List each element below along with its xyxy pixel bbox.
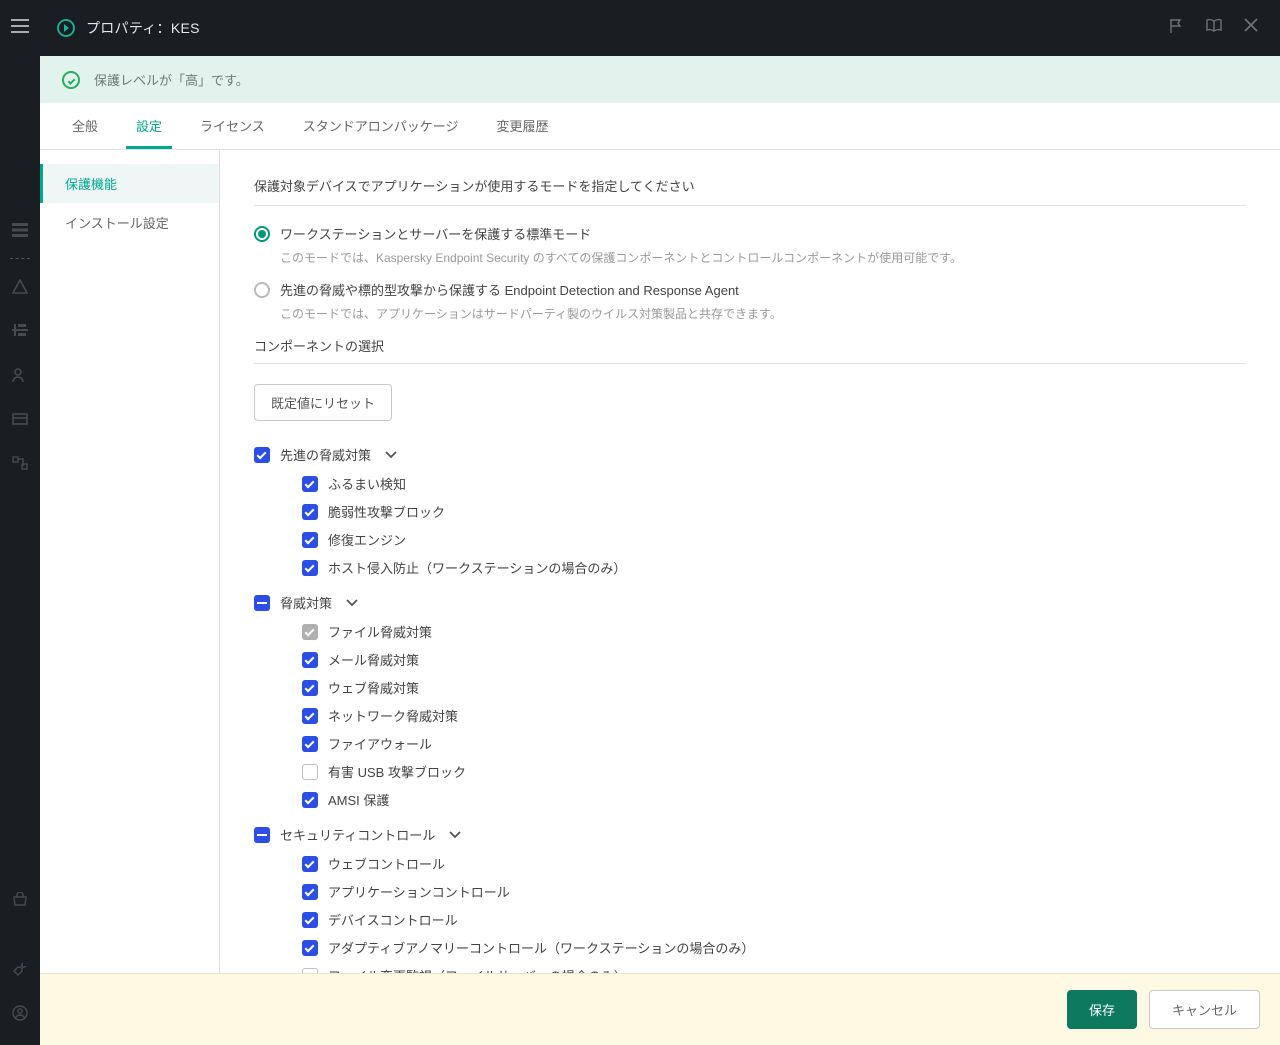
item-label-1-2: ウェブ脅威対策	[328, 678, 419, 697]
tab-0[interactable]: 全般	[62, 103, 108, 149]
mode-label-1: 先進の脅威や標的型攻撃から保護する Endpoint Detection and…	[280, 280, 739, 299]
settings-content: 保護対象デバイスでアプリケーションが使用するモードを指定してください ワークステ…	[220, 150, 1280, 973]
book-icon[interactable]	[1206, 18, 1226, 38]
item-label-1-0: ファイル脅威対策	[328, 622, 432, 641]
item-checkbox-2-1[interactable]	[302, 884, 318, 900]
mode-label-0: ワークステーションとサーバーを保護する標準モード	[280, 224, 591, 243]
flag-icon[interactable]	[1168, 18, 1188, 38]
item-checkbox-2-0[interactable]	[302, 856, 318, 872]
rail-item-devices-icon[interactable]	[8, 319, 32, 343]
item-checkbox-1-6[interactable]	[302, 792, 318, 808]
item-checkbox-2-4[interactable]	[302, 968, 318, 974]
item-label-2-3: アダプティブアノマリーコントロール（ワークステーションの場合のみ）	[328, 938, 754, 957]
cancel-button[interactable]: キャンセル	[1149, 990, 1260, 1029]
item-label-2-0: ウェブコントロール	[328, 854, 445, 873]
components-heading: コンポーネントの選択	[254, 336, 1246, 364]
status-text: 保護レベルが「高」です。	[94, 70, 249, 89]
item-checkbox-0-3[interactable]	[302, 560, 318, 576]
item-checkbox-1-5[interactable]	[302, 764, 318, 780]
dialog-footer: 保存 キャンセル	[40, 973, 1280, 1045]
rail-item-users-icon[interactable]	[8, 363, 32, 387]
group-title-2: セキュリティコントロール	[280, 825, 435, 844]
item-checkbox-0-1[interactable]	[302, 504, 318, 520]
window-title: プロパティ：KES	[86, 18, 200, 38]
rail-item-network-icon[interactable]	[8, 451, 32, 475]
tab-bar: 全般設定ライセンススタンドアロンパッケージ変更履歴	[40, 103, 1280, 150]
group-title-1: 脅威対策	[280, 593, 332, 612]
group-checkbox-2[interactable]	[254, 827, 270, 843]
item-checkbox-2-2[interactable]	[302, 912, 318, 928]
hamburger-icon[interactable]	[8, 14, 32, 38]
window-header: プロパティ：KES	[40, 0, 1280, 56]
item-label-2-1: アプリケーションコントロール	[328, 882, 510, 901]
chevron-down-icon[interactable]	[346, 599, 358, 607]
rail-item-shop-icon[interactable]	[8, 887, 32, 911]
chevron-down-icon[interactable]	[449, 831, 461, 839]
item-label-1-5: 有害 USB 攻撃ブロック	[328, 762, 466, 781]
item-label-2-4: ファイル変更監視（ファイルサーバーの場合のみ）	[328, 966, 627, 973]
item-label-0-2: 修復エンジン	[328, 530, 406, 549]
save-button[interactable]: 保存	[1067, 990, 1137, 1029]
app-logo-icon	[56, 18, 76, 38]
item-label-2-2: デバイスコントロール	[328, 910, 458, 929]
sidebar-item-0[interactable]: 保護機能	[40, 164, 219, 203]
tab-2[interactable]: ライセンス	[190, 103, 275, 149]
close-icon[interactable]	[1244, 18, 1264, 38]
mode-heading: 保護対象デバイスでアプリケーションが使用するモードを指定してください	[254, 176, 1246, 206]
tab-1[interactable]: 設定	[126, 103, 172, 149]
rail-item-dashboard-icon[interactable]	[8, 218, 32, 242]
item-label-1-3: ネットワーク脅威対策	[328, 706, 458, 725]
item-checkbox-1-1[interactable]	[302, 652, 318, 668]
reset-defaults-button[interactable]: 既定値にリセット	[254, 384, 392, 421]
tab-3[interactable]: スタンドアロンパッケージ	[293, 103, 469, 149]
sidebar-item-1[interactable]: インストール設定	[40, 203, 219, 242]
rail-item-alert-icon[interactable]	[8, 275, 32, 299]
check-circle-icon	[62, 71, 80, 89]
status-banner: 保護レベルが「高」です。	[40, 56, 1280, 103]
item-checkbox-1-3[interactable]	[302, 708, 318, 724]
rail-item-account-icon[interactable]	[8, 1001, 32, 1025]
item-label-1-1: メール脅威対策	[328, 650, 419, 669]
rail-divider	[10, 258, 30, 259]
nav-rail	[0, 0, 40, 1045]
chevron-down-icon[interactable]	[385, 451, 397, 459]
group-title-0: 先進の脅威対策	[280, 445, 371, 464]
item-checkbox-1-0	[302, 624, 318, 640]
item-label-0-1: 脆弱性攻撃ブロック	[328, 502, 445, 521]
mode-desc-0: このモードでは、Kaspersky Endpoint Security のすべて…	[280, 249, 1246, 266]
item-label-1-6: AMSI 保護	[328, 790, 389, 809]
item-checkbox-2-3[interactable]	[302, 940, 318, 956]
mode-radio-1[interactable]	[254, 282, 270, 298]
mode-desc-1: このモードでは、アプリケーションはサードパーティ製のウイルス対策製品と共存できま…	[280, 305, 1246, 322]
rail-item-tools-icon[interactable]	[8, 957, 32, 981]
item-checkbox-0-2[interactable]	[302, 532, 318, 548]
item-checkbox-1-4[interactable]	[302, 736, 318, 752]
group-checkbox-1[interactable]	[254, 595, 270, 611]
tab-4[interactable]: 変更履歴	[487, 103, 559, 149]
item-label-0-3: ホスト侵入防止（ワークステーションの場合のみ）	[328, 558, 626, 577]
item-label-1-4: ファイアウォール	[328, 734, 432, 753]
item-checkbox-1-2[interactable]	[302, 680, 318, 696]
settings-sidebar: 保護機能インストール設定	[40, 150, 220, 973]
item-checkbox-0-0[interactable]	[302, 476, 318, 492]
item-label-0-0: ふるまい検知	[328, 474, 406, 493]
group-checkbox-0[interactable]	[254, 447, 270, 463]
rail-item-package-icon[interactable]	[8, 407, 32, 431]
mode-radio-0[interactable]	[254, 226, 270, 242]
